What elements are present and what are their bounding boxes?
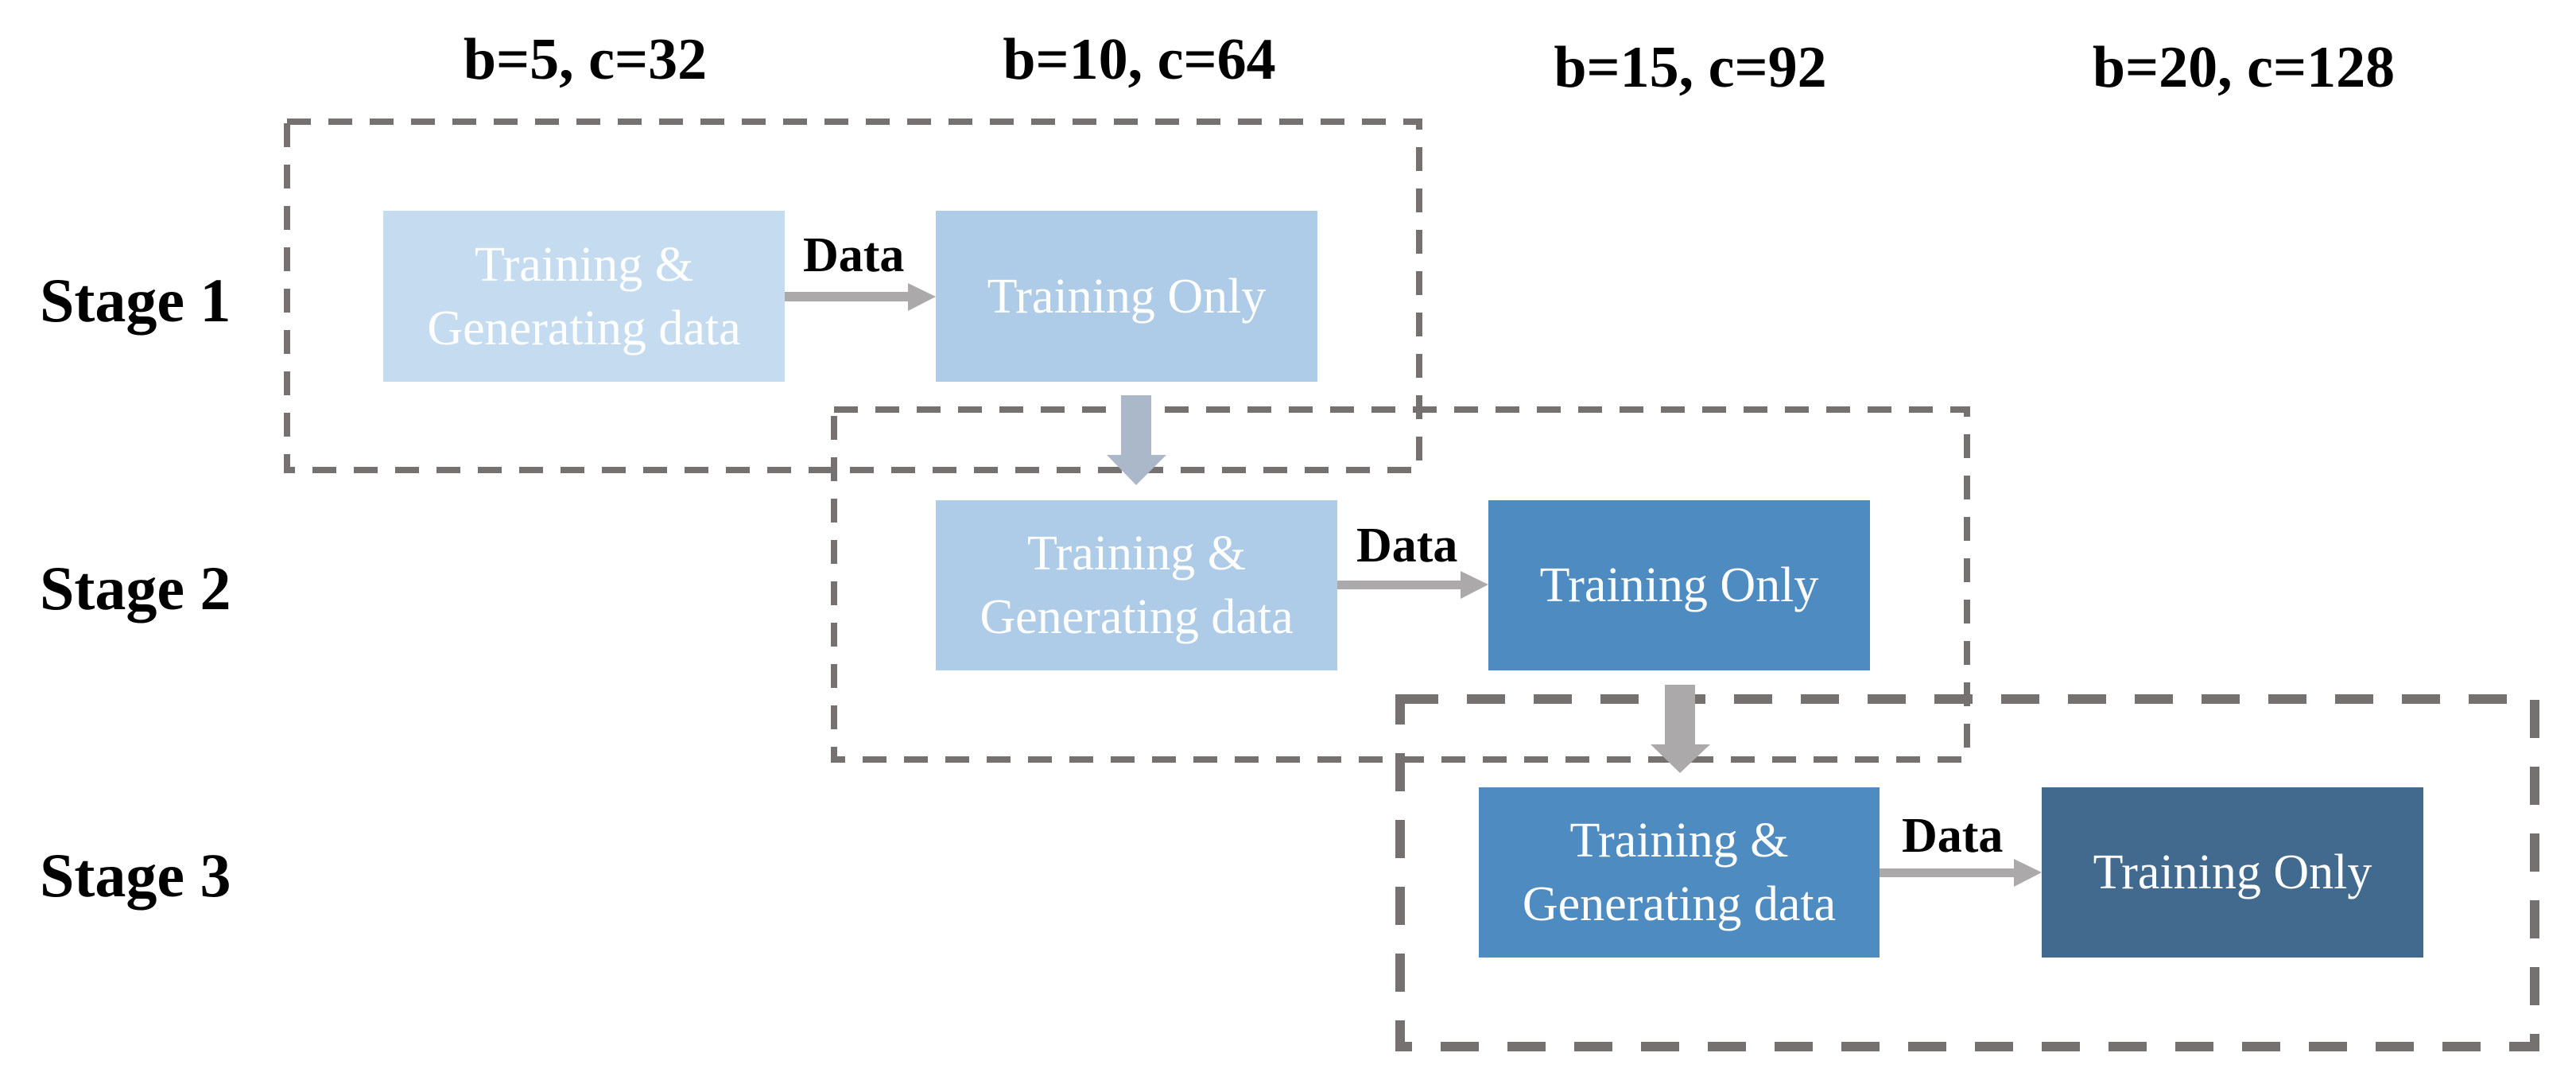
stage-1-to-2-arrow	[1107, 395, 1166, 485]
stage-1-train-box: Training Only	[936, 211, 1317, 382]
stage-1-train-text: Training Only	[987, 269, 1267, 324]
column-header-3: b=15, c=92	[1554, 35, 1827, 100]
stage-1-data-label: Data	[803, 228, 905, 282]
stage-1-data-arrow	[785, 283, 936, 311]
column-header-1: b=5, c=32	[463, 27, 708, 92]
stage-1-label: Stage 1	[40, 266, 231, 335]
stage-3-train-text: Training Only	[2093, 845, 2372, 899]
stage-3-generate-text: Training & Generating data	[1522, 814, 1837, 931]
column-header-2: b=10, c=64	[1003, 27, 1276, 92]
stage-1-generate-text: Training & Generating data	[427, 237, 741, 355]
stage-3-train-box: Training Only	[2042, 787, 2423, 958]
stage-2-generate-box: Training & Generating data	[936, 500, 1337, 670]
stage-2-train-box: Training Only	[1488, 500, 1870, 670]
stage-2-train-text: Training Only	[1539, 558, 1819, 612]
stage-2-data-arrow	[1337, 571, 1488, 599]
stage-2-to-3-arrow	[1651, 685, 1710, 773]
stage-2-generate-text: Training & Generating data	[980, 526, 1294, 644]
stage-3-data-arrow	[1880, 859, 2042, 887]
column-header-4: b=20, c=128	[2092, 35, 2396, 100]
stage-2-data-label: Data	[1356, 519, 1458, 573]
stage-1-generate-box: Training & Generating data	[383, 211, 785, 382]
stage-3-data-label: Data	[1902, 809, 2004, 863]
stage-3-label: Stage 3	[40, 841, 231, 910]
stage-3-generate-box: Training & Generating data	[1479, 787, 1880, 958]
stage-2-label: Stage 2	[40, 554, 231, 623]
